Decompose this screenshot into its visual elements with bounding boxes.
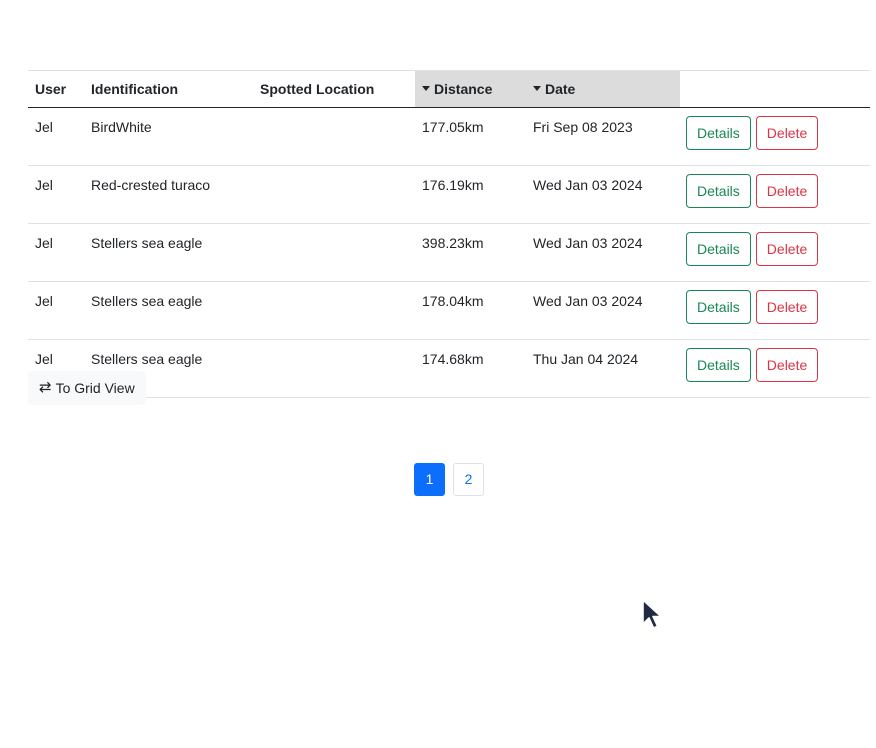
details-button[interactable]: Details (686, 232, 751, 266)
cell-distance: 174.68km (415, 339, 526, 398)
page: User Identification Spotted Location Dis… (0, 0, 876, 748)
header-identification[interactable]: Identification (84, 71, 253, 108)
delete-button[interactable]: Delete (755, 290, 819, 324)
sort-caret-icon (422, 85, 430, 91)
pagination: 1 2 (414, 463, 484, 496)
to-grid-view-button[interactable]: ⇄ To Grid View (28, 371, 146, 405)
delete-button[interactable]: Delete (755, 174, 819, 208)
details-button[interactable]: Details (686, 174, 751, 208)
header-date[interactable]: Date (526, 70, 680, 108)
details-button[interactable]: Details (686, 290, 751, 324)
header-distance[interactable]: Distance (415, 70, 526, 108)
cell-spotted-location (253, 107, 415, 166)
cell-distance: 177.05km (415, 107, 526, 166)
table-header-row: User Identification Spotted Location Dis… (28, 70, 870, 108)
cell-actions: Details Delete (680, 165, 870, 224)
cell-date: Thu Jan 04 2024 (526, 339, 680, 398)
page-button-2[interactable]: 2 (453, 463, 484, 496)
cell-identification: Red-crested turaco (84, 165, 253, 224)
cell-date: Wed Jan 03 2024 (526, 165, 680, 224)
details-button[interactable]: Details (686, 348, 751, 382)
delete-button[interactable]: Delete (755, 116, 819, 150)
cell-user: Jel (28, 223, 84, 282)
page-button-1[interactable]: 1 (414, 463, 445, 496)
sort-caret-icon (533, 85, 541, 91)
cell-spotted-location (253, 281, 415, 340)
delete-button[interactable]: Delete (755, 232, 819, 266)
cell-spotted-location (253, 223, 415, 282)
cell-identification: BirdWhite (84, 107, 253, 166)
cell-distance: 176.19km (415, 165, 526, 224)
sightings-table: User Identification Spotted Location Dis… (28, 70, 870, 398)
header-actions (680, 71, 870, 108)
header-spotted-location[interactable]: Spotted Location (253, 71, 415, 108)
cell-user: Jel (28, 281, 84, 340)
table-row: Jel Stellers sea eagle 178.04km Wed Jan … (28, 281, 870, 340)
cell-actions: Details Delete (680, 223, 870, 282)
table-row: Jel Stellers sea eagle 398.23km Wed Jan … (28, 223, 870, 282)
cell-distance: 178.04km (415, 281, 526, 340)
cell-distance: 398.23km (415, 223, 526, 282)
cell-date: Wed Jan 03 2024 (526, 281, 680, 340)
swap-arrows-icon: ⇄ (39, 379, 52, 396)
cell-user: Jel (28, 165, 84, 224)
cell-actions: Details Delete (680, 281, 870, 340)
cell-identification: Stellers sea eagle (84, 223, 253, 282)
details-button[interactable]: Details (686, 116, 751, 150)
table-row: Jel BirdWhite 177.05km Fri Sep 08 2023 D… (28, 107, 870, 166)
cell-actions: Details Delete (680, 339, 870, 398)
delete-button[interactable]: Delete (755, 348, 819, 382)
cell-date: Wed Jan 03 2024 (526, 223, 680, 282)
cell-spotted-location (253, 165, 415, 224)
header-user[interactable]: User (28, 71, 84, 108)
cell-user: Jel (28, 107, 84, 166)
cell-date: Fri Sep 08 2023 (526, 107, 680, 166)
table-row: Jel Stellers sea eagle 174.68km Thu Jan … (28, 339, 870, 398)
table-row: Jel Red-crested turaco 176.19km Wed Jan … (28, 165, 870, 224)
to-grid-view-label: To Grid View (55, 380, 135, 396)
cell-identification: Stellers sea eagle (84, 281, 253, 340)
cell-actions: Details Delete (680, 107, 870, 166)
cell-spotted-location (253, 339, 415, 398)
mouse-cursor-icon (642, 599, 662, 629)
